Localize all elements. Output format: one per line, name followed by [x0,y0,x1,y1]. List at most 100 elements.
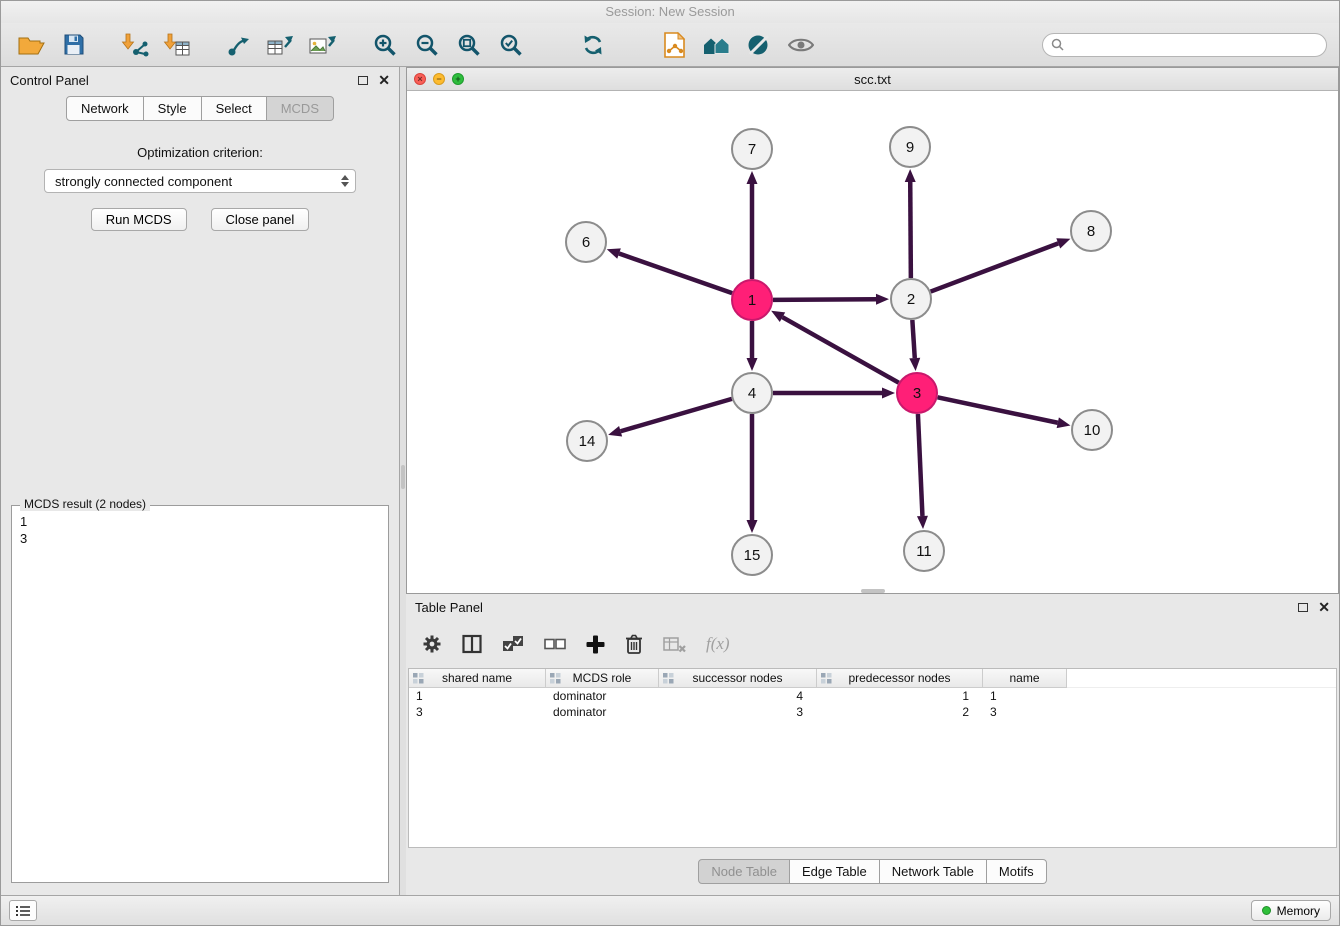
float-table-panel-icon[interactable] [1298,603,1308,612]
tab-style[interactable]: Style [144,96,202,121]
graph-node-label: 3 [913,385,921,402]
deselect-all-button[interactable] [544,637,566,651]
show-hide-button[interactable] [783,27,819,63]
table-row[interactable]: 1 dominator 4 1 1 [409,688,1336,704]
table-row[interactable]: 3 dominator 3 2 3 [409,704,1336,720]
apply-style-button[interactable] [741,27,777,63]
graph-edge-4-14[interactable] [621,399,732,431]
column-header-mcds-role[interactable]: MCDS role [546,669,659,688]
float-panel-icon[interactable] [358,76,368,85]
graph-edge-arrow [747,171,758,184]
tab-node-table[interactable]: Node Table [698,859,790,884]
open-session-button[interactable] [13,27,49,63]
close-panel-icon[interactable]: ✕ [378,75,390,85]
column-header-name[interactable]: name [983,669,1067,688]
graph-edge-arrow [905,169,916,182]
graph-edge-2-8[interactable] [931,243,1059,291]
graph-edge-1-2[interactable] [773,299,876,300]
tab-select[interactable]: Select [202,96,267,121]
cell-mcds-role: dominator [546,704,659,720]
eye-icon [788,36,814,54]
maximize-window-button[interactable]: + [452,73,464,85]
optimization-criterion-label: Optimization criterion: [1,145,399,160]
task-history-button[interactable] [9,900,37,921]
tab-edge-table[interactable]: Edge Table [790,859,880,884]
select-all-button[interactable] [502,635,524,653]
export-network-button[interactable] [221,27,257,63]
export-table-icon [267,33,295,57]
plus-icon [586,635,605,654]
mcds-result-group: MCDS result (2 nodes) 1 3 [11,505,389,883]
column-header-predecessor-nodes[interactable]: predecessor nodes [817,669,983,688]
graph-edge-arrow [917,516,928,529]
criterion-dropdown[interactable]: strongly connected component [44,169,356,193]
panel-splitter-handle[interactable] [861,589,885,593]
tab-mcds[interactable]: MCDS [267,96,334,121]
search-input[interactable] [1069,38,1318,52]
new-network-from-selection-button[interactable] [657,27,693,63]
first-neighbors-button[interactable] [699,27,735,63]
splitter-grip[interactable] [401,465,405,489]
graph-node-label: 14 [579,433,596,450]
column-header-successor-nodes[interactable]: successor nodes [659,669,817,688]
dropdown-stepper-icon [341,175,349,187]
delete-column-button[interactable] [625,634,643,655]
function-builder-button[interactable]: f(x) [706,634,730,654]
graph-edge-2-9[interactable] [910,182,911,278]
network-window-titlebar: × − + scc.txt [407,68,1338,91]
zoom-in-button[interactable] [367,27,403,63]
close-window-button[interactable]: × [414,73,426,85]
show-columns-button[interactable] [462,634,482,654]
column-header-label: shared name [442,671,512,685]
network-window-title: scc.txt [407,72,1338,87]
graph-node-label: 9 [906,139,914,156]
control-panel-header: Control Panel ✕ [1,67,399,93]
graph-edge-3-11[interactable] [918,414,923,516]
graph-edge-2-3[interactable] [912,320,914,358]
right-area: × − + scc.txt 7968124314101511 Table Pan… [406,67,1339,895]
network-canvas[interactable]: 7968124314101511 [407,91,1338,593]
graph-edge-1-6[interactable] [619,254,732,294]
add-column-button[interactable] [586,635,605,654]
close-panel-button[interactable]: Close panel [211,208,310,231]
status-bar: Memory [1,895,1339,925]
graph-edge-3-1[interactable] [782,317,898,383]
tab-network[interactable]: Network [66,96,144,121]
criterion-dropdown-value: strongly connected component [55,174,232,189]
table-settings-button[interactable] [422,634,442,654]
control-panel-tabs: Network Style Select MCDS [1,96,399,121]
houses-icon [703,34,731,56]
graph-node-label: 8 [1087,223,1095,240]
zoom-fit-button[interactable] [451,27,487,63]
export-image-icon [309,33,337,57]
column-header-label: MCDS role [573,671,632,685]
import-table-button[interactable] [159,27,195,63]
memory-button[interactable]: Memory [1251,900,1331,921]
mcds-result-title: MCDS result (2 nodes) [20,497,150,511]
import-network-icon [121,33,149,57]
delete-table-button[interactable] [663,635,686,653]
import-table-icon [163,33,191,57]
table-panel-header: Table Panel ✕ [406,594,1339,620]
column-header-label: name [1009,671,1039,685]
cell-name: 1 [983,688,1067,704]
zoom-out-button[interactable] [409,27,445,63]
tab-motifs[interactable]: Motifs [987,859,1047,884]
tab-network-table[interactable]: Network Table [880,859,987,884]
run-mcds-button[interactable]: Run MCDS [91,208,187,231]
minimize-window-button[interactable]: − [433,73,445,85]
import-network-button[interactable] [117,27,153,63]
column-header-shared-name[interactable]: shared name [409,669,546,688]
list-icon [16,905,30,917]
save-session-button[interactable] [55,27,91,63]
main-area: Control Panel ✕ Network Style Select MCD… [1,67,1339,895]
export-table-button[interactable] [263,27,299,63]
close-table-panel-icon[interactable]: ✕ [1318,602,1330,612]
search-box[interactable] [1042,33,1327,57]
refresh-view-button[interactable] [575,27,611,63]
table-header-filler [1067,669,1336,688]
zoom-selected-button[interactable] [493,27,529,63]
graph-node-label: 11 [916,543,932,560]
graph-edge-3-10[interactable] [938,397,1058,422]
export-image-button[interactable] [305,27,341,63]
